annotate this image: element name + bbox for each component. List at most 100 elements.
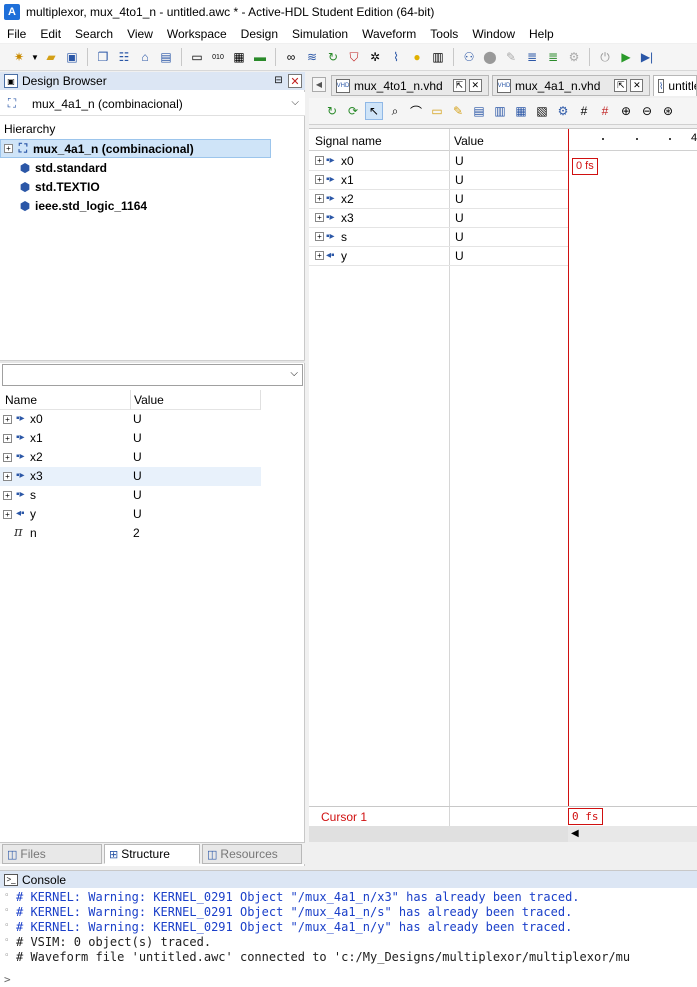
expand-icon[interactable]: + — [3, 453, 12, 462]
expand-icon[interactable]: + — [3, 510, 12, 519]
link-icon[interactable]: ∞ — [282, 48, 300, 66]
expand-icon[interactable]: + — [3, 491, 12, 500]
object-filter-select[interactable]: ⌵ — [2, 364, 303, 386]
console-prompt[interactable]: > — [4, 973, 11, 986]
pin-icon[interactable]: ⊟ — [272, 74, 285, 87]
pointer-icon[interactable]: ↖ — [365, 102, 383, 120]
cursor-label[interactable]: Cursor 1 — [321, 810, 367, 824]
settings-icon[interactable]: ⚙ — [554, 102, 572, 120]
close-icon[interactable]: ✕ — [468, 79, 482, 92]
restart-icon[interactable]: ↻ — [323, 102, 341, 120]
expand-icon[interactable]: + — [315, 251, 324, 260]
signal-row[interactable]: + ▪▸ x3 U — [309, 209, 568, 228]
close-icon[interactable]: ✕ — [630, 79, 644, 92]
document-list-icon[interactable]: ▦ — [230, 48, 248, 66]
expand-icon[interactable]: + — [315, 175, 324, 184]
menu-edit[interactable]: Edit — [33, 27, 68, 41]
zoom-out-icon[interactable]: ⊖ — [638, 102, 656, 120]
add-signal-icon[interactable]: ▤ — [470, 102, 488, 120]
expand-icon[interactable]: + — [3, 415, 12, 424]
tab-mux-4a1-n-vhd[interactable]: VHD mux_4a1_n.vhd ⇱ ✕ — [492, 75, 650, 96]
tab-mux-4to1-n-vhd[interactable]: VHD mux_4to1_n.vhd ⇱ ✕ — [331, 75, 489, 96]
cursor-value[interactable]: 0 fs — [568, 808, 603, 825]
horizontal-scrollbar[interactable]: ◀ — [309, 826, 697, 842]
shield-warning-icon[interactable]: ⛉ — [345, 48, 363, 66]
open-folder-icon[interactable]: ▰ — [42, 48, 60, 66]
chevron-down-icon[interactable]: ⌵ — [291, 97, 299, 108]
column-header-signal-name[interactable]: Signal name — [315, 134, 382, 148]
measure-icon[interactable]: ⌒ — [407, 102, 425, 120]
menu-design[interactable]: Design — [234, 27, 285, 41]
menu-file[interactable]: File — [0, 27, 33, 41]
menu-simulation[interactable]: Simulation — [285, 27, 355, 41]
chevron-down-icon[interactable]: ⌵ — [290, 368, 298, 379]
tab-resources[interactable]: ◫ Resources — [202, 844, 302, 864]
tab-scroll-left-icon[interactable]: ◀ — [312, 77, 326, 92]
tree-item-std-textio[interactable]: ⬢ std.TEXTIO — [0, 177, 305, 196]
column-header-value[interactable]: Value — [454, 134, 484, 148]
bus-icon[interactable]: ▦ — [512, 102, 530, 120]
library-icon[interactable]: ⌂ — [136, 48, 154, 66]
signal-row[interactable]: + ▪▸ s U — [309, 228, 568, 247]
menu-workspace[interactable]: Workspace — [160, 27, 234, 41]
add-waves-icon[interactable]: ▥ — [491, 102, 509, 120]
stimulators-icon[interactable]: ▧ — [533, 102, 551, 120]
menu-view[interactable]: View — [120, 27, 160, 41]
time-cursor-line[interactable] — [568, 129, 569, 807]
grid-icon[interactable]: # — [575, 102, 593, 120]
hierarchy-icon[interactable]: ☷ — [115, 48, 133, 66]
expand-icon[interactable]: + — [315, 156, 324, 165]
waveform-icon[interactable]: ⌇ — [387, 48, 405, 66]
tree-item-mux-4a1-n[interactable]: + ⛶ mux_4a1_n (combinacional) — [0, 139, 271, 158]
save-icon[interactable]: ▣ — [63, 48, 81, 66]
cursor-time-marker[interactable]: 0 fs — [572, 158, 598, 175]
scroll-left-icon[interactable]: ◀ — [571, 828, 579, 839]
pencil-icon[interactable]: ✎ — [502, 48, 520, 66]
column-header-value[interactable]: Value — [134, 393, 164, 407]
expand-icon[interactable]: + — [315, 213, 324, 222]
stack-check-icon[interactable]: ≣ — [544, 48, 562, 66]
report-icon[interactable]: ▥ — [429, 48, 447, 66]
object-row[interactable]: + ▪▸ x1 U — [0, 429, 261, 448]
comment-icon[interactable]: ▭ — [428, 102, 446, 120]
signal-row[interactable]: + ▪▸ x2 U — [309, 190, 568, 209]
console-output[interactable]: ◦ # KERNEL: Warning: KERNEL_0291 Object … — [0, 888, 697, 987]
expand-icon[interactable]: + — [315, 194, 324, 203]
tab-files[interactable]: ◫ Files — [2, 844, 102, 864]
column-header-name[interactable]: Name — [5, 393, 37, 407]
object-row[interactable]: π n 2 — [0, 524, 261, 543]
layers-icon[interactable]: ≋ — [303, 48, 321, 66]
binary-file-icon[interactable]: 010 — [209, 48, 227, 66]
debug-bug-icon[interactable]: ✲ — [366, 48, 384, 66]
grid-delete-icon[interactable]: # — [596, 102, 614, 120]
tab-structure[interactable]: ⊞ Structure — [104, 844, 200, 864]
zoom-icon[interactable]: ⌕ — [386, 102, 404, 120]
tab-untitled-awc[interactable]: ⌇ untitled.awc — [653, 75, 697, 96]
lightbulb-icon[interactable]: ● — [408, 48, 426, 66]
new-file-wand-icon[interactable]: ✷ — [10, 48, 28, 66]
edit-icon[interactable]: ✎ — [449, 102, 467, 120]
expand-icon[interactable]: + — [4, 144, 13, 153]
menu-search[interactable]: Search — [68, 27, 120, 41]
column-divider[interactable] — [260, 390, 261, 410]
copy-window-icon[interactable]: ❐ — [94, 48, 112, 66]
stack-icon[interactable]: ≣ — [523, 48, 541, 66]
settings-off-icon[interactable]: ⚙ — [565, 48, 583, 66]
object-row[interactable]: + ▪▸ x3 U — [0, 467, 261, 486]
tree-item-std-standard[interactable]: ⬢ std.standard — [0, 158, 305, 177]
menu-help[interactable]: Help — [522, 27, 561, 41]
object-row[interactable]: + ◂▪ y U — [0, 505, 261, 524]
run-until-icon[interactable]: ▶| — [638, 48, 656, 66]
menu-window[interactable]: Window — [465, 27, 522, 41]
binoculars-icon[interactable]: ⚇ — [460, 48, 478, 66]
stop-icon[interactable]: ⬤ — [481, 48, 499, 66]
restore-icon[interactable]: ⇱ — [452, 79, 466, 92]
menu-tools[interactable]: Tools — [423, 27, 465, 41]
panel-splitter[interactable] — [0, 360, 305, 363]
waveform-grid[interactable]: Signal name Value 4 + ▪▸ x0 U + ▪▸ x1 U — [309, 128, 697, 807]
signal-row[interactable]: + ▪▸ x1 U — [309, 171, 568, 190]
power-icon[interactable]: ⏻ — [596, 48, 614, 66]
close-icon[interactable]: ✕ — [288, 74, 302, 88]
menu-waveform[interactable]: Waveform — [355, 27, 423, 41]
design-selector[interactable]: ⛶ mux_4a1_n (combinacional) ⌵ — [0, 92, 305, 116]
